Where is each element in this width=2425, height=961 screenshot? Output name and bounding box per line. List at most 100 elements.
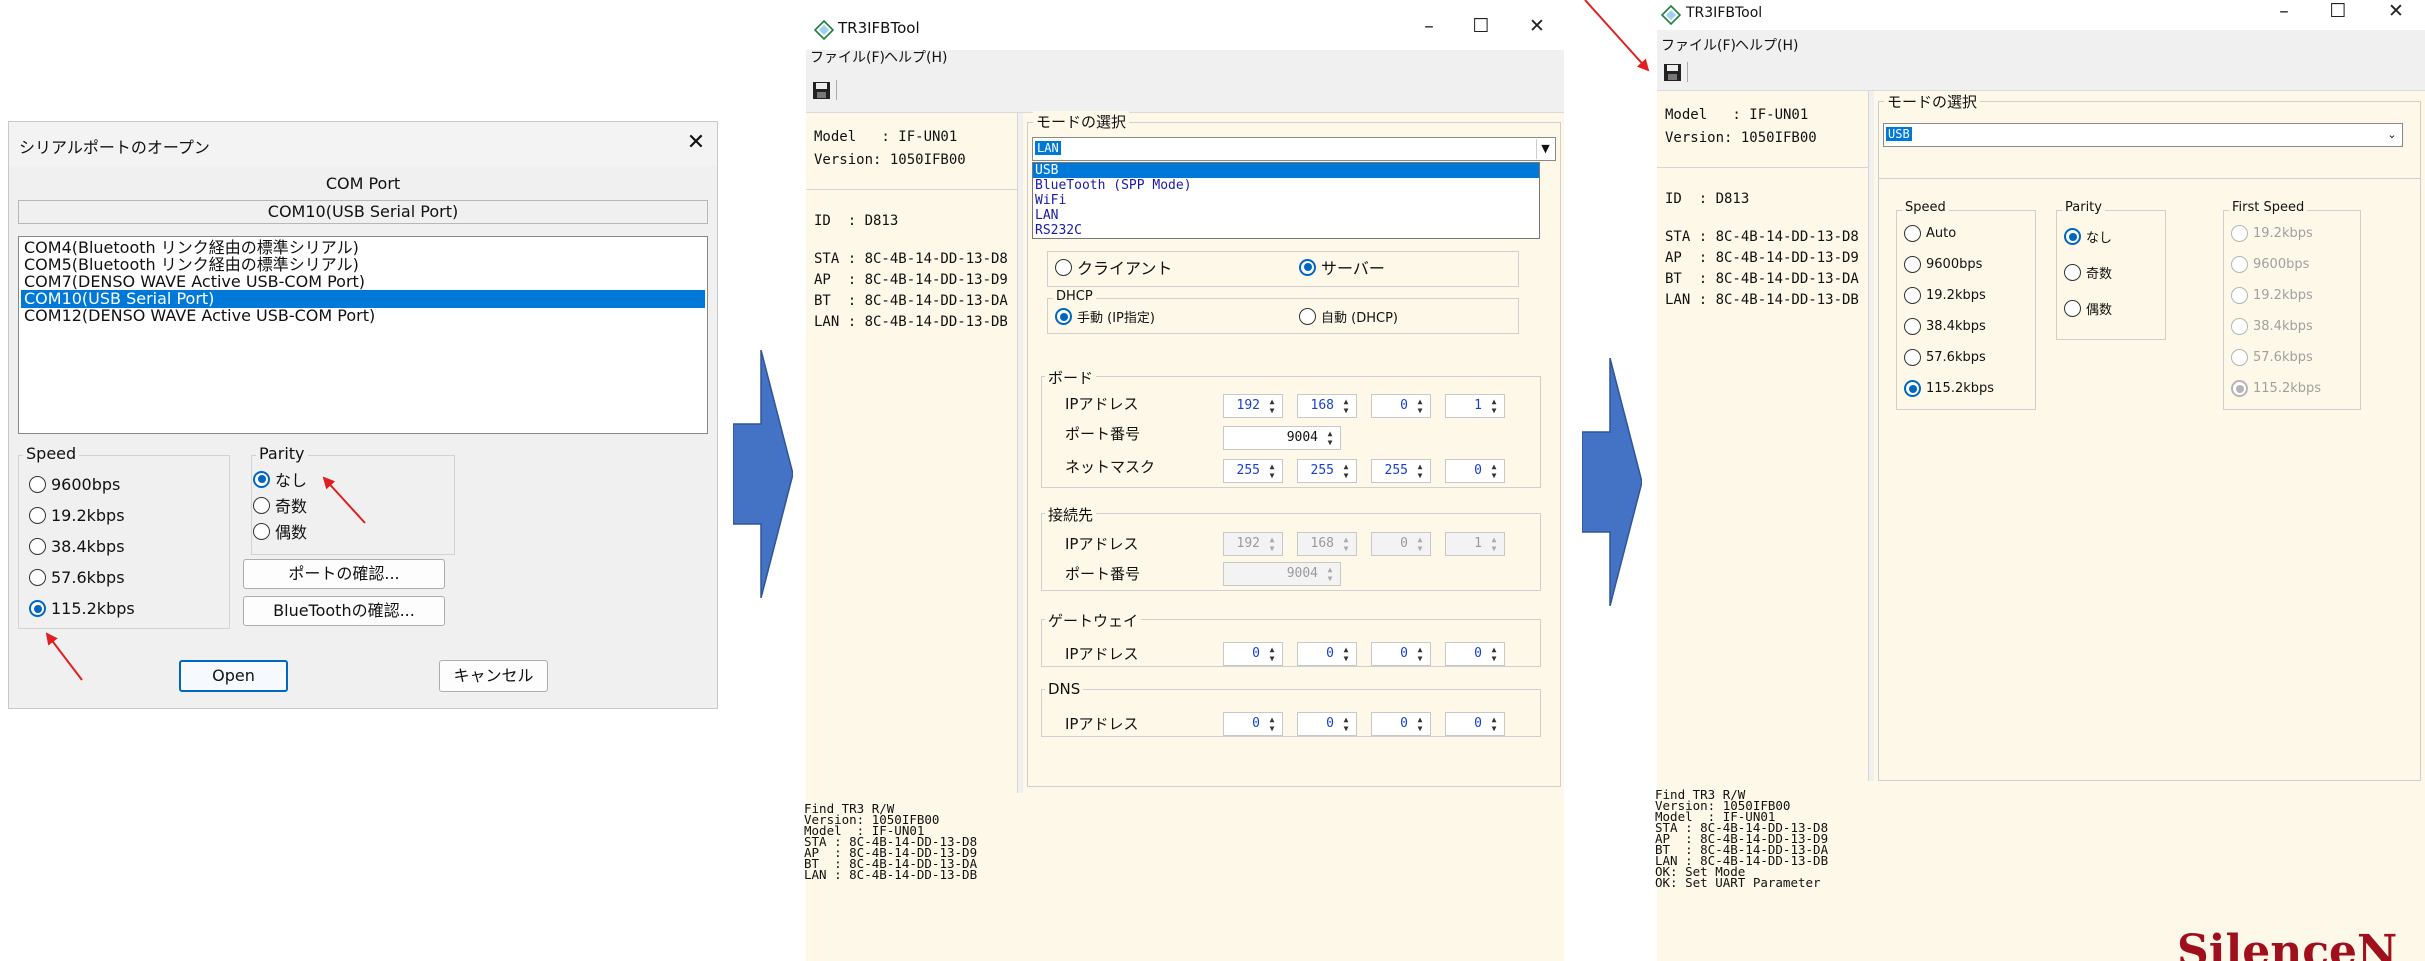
spin-arrows-icon[interactable]: ▲ ▼ <box>1486 462 1502 480</box>
auto-option[interactable]: 自動 (DHCP) <box>1299 307 1398 326</box>
spin-arrows-icon[interactable]: ▲ ▼ <box>1412 462 1428 480</box>
spin-arrows-icon[interactable]: ▲ ▼ <box>1338 645 1354 663</box>
speed-option[interactable]: 19.2kbps <box>29 506 125 525</box>
speed-option[interactable]: 57.6kbps <box>29 568 125 587</box>
gateway-ip-octet[interactable]: 0 ▲ ▼ <box>1445 642 1505 666</box>
mode-option[interactable]: WiFi <box>1033 193 1539 208</box>
netmask-octet[interactable]: 255 ▲ ▼ <box>1297 459 1357 483</box>
speed-option[interactable]: 9600bps <box>29 475 120 494</box>
mode-dropdown-list[interactable]: USB BlueTooth (SPP Mode) WiFi LAN RS232C <box>1032 162 1540 239</box>
gateway-ip-octet[interactable]: 0 ▲ ▼ <box>1223 642 1283 666</box>
maximize-icon[interactable]: ☐ <box>1466 15 1496 37</box>
mode-option[interactable]: BlueTooth (SPP Mode) <box>1033 178 1539 193</box>
bluetooth-check-button[interactable]: BlueToothの確認... <box>243 596 445 626</box>
dest-ip-octet[interactable]: 192 ▲ ▼ <box>1223 532 1283 556</box>
dns-ip-octet[interactable]: 0 ▲ ▼ <box>1445 712 1505 736</box>
menu-file[interactable]: ファイル(F) <box>810 47 885 67</box>
parity-option-selected[interactable]: なし <box>253 467 307 491</box>
board-port-input[interactable]: 9004 ▲ ▼ <box>1223 426 1341 450</box>
spin-arrows-icon[interactable]: ▲ ▼ <box>1338 535 1354 553</box>
parity-option-selected[interactable]: なし <box>2064 227 2112 246</box>
minimize-icon[interactable]: – <box>2269 0 2299 22</box>
spin-arrows-icon[interactable]: ▲ ▼ <box>1264 535 1280 553</box>
speed-option-selected[interactable]: 115.2kbps <box>1904 380 1994 397</box>
mode-option-highlighted[interactable]: USB <box>1033 163 1539 178</box>
spin-arrows-icon[interactable]: ▲ ▼ <box>1486 645 1502 663</box>
speed-option[interactable]: Auto <box>1904 225 1956 242</box>
speed-option[interactable]: 9600bps <box>1904 256 1982 273</box>
board-ip-octet[interactable]: 192 ▲ ▼ <box>1223 394 1283 418</box>
dest-port-input[interactable]: 9004 ▲ ▼ <box>1223 562 1341 586</box>
dest-ip-octet[interactable]: 168 ▲ ▼ <box>1297 532 1357 556</box>
gateway-ip-octet[interactable]: 0 ▲ ▼ <box>1371 642 1431 666</box>
client-option[interactable]: クライアント <box>1055 255 1172 279</box>
parity-option[interactable]: 偶数 <box>2064 299 2112 318</box>
port-list[interactable]: COM4(Bluetooth リンク経由の標準シリアル) COM5(Blueto… <box>18 236 708 434</box>
minimize-icon[interactable]: – <box>1414 15 1444 37</box>
spin-arrows-icon[interactable]: ▲ ▼ <box>1486 397 1502 415</box>
board-ip-octet[interactable]: 0 ▲ ▼ <box>1371 394 1431 418</box>
mode-option[interactable]: RS232C <box>1033 223 1539 238</box>
spin-arrows-icon[interactable]: ▲ ▼ <box>1412 397 1428 415</box>
menu-help[interactable]: ヘルプ(H) <box>884 47 947 67</box>
spin-arrows-icon[interactable]: ▲ ▼ <box>1264 645 1280 663</box>
first-speed-option[interactable]: 19.2kbps <box>2231 225 2313 242</box>
first-speed-option[interactable]: 38.4kbps <box>2231 318 2313 335</box>
dest-ip-octet[interactable]: 0 ▲ ▼ <box>1371 532 1431 556</box>
speed-option[interactable]: 38.4kbps <box>1904 318 1986 335</box>
spin-arrows-icon[interactable]: ▲ ▼ <box>1412 715 1428 733</box>
spin-arrows-icon[interactable]: ▲ ▼ <box>1338 462 1354 480</box>
spin-arrows-icon[interactable]: ▲ ▼ <box>1264 397 1280 415</box>
spin-arrows-icon[interactable]: ▲ ▼ <box>1264 715 1280 733</box>
manual-option-selected[interactable]: 手動 (IP指定) <box>1055 307 1155 326</box>
chevron-down-icon[interactable]: ▼ <box>1536 139 1554 159</box>
open-button[interactable]: Open <box>179 660 288 692</box>
close-icon[interactable]: ✕ <box>2381 0 2411 22</box>
close-icon[interactable]: ✕ <box>681 130 711 155</box>
first-speed-option[interactable]: 19.2kbps <box>2231 287 2313 304</box>
speed-option[interactable]: 38.4kbps <box>29 537 125 556</box>
netmask-octet[interactable]: 255 ▲ ▼ <box>1223 459 1283 483</box>
parity-option[interactable]: 奇数 <box>2064 263 2112 282</box>
cancel-button[interactable]: キャンセル <box>439 660 548 692</box>
dest-ip-octet[interactable]: 1 ▲ ▼ <box>1445 532 1505 556</box>
save-icon[interactable] <box>1664 64 1681 81</box>
dns-ip-octet[interactable]: 0 ▲ ▼ <box>1297 712 1357 736</box>
speed-option-selected[interactable]: 115.2kbps <box>29 599 135 618</box>
spin-arrows-icon[interactable]: ▲ ▼ <box>1412 645 1428 663</box>
spin-arrows-icon[interactable]: ▲ ▼ <box>1338 715 1354 733</box>
parity-option[interactable]: 偶数 <box>253 519 307 543</box>
gateway-ip-octet[interactable]: 0 ▲ ▼ <box>1297 642 1357 666</box>
menu-help[interactable]: ヘルプ(H) <box>1735 35 1798 55</box>
spin-arrows-icon[interactable]: ▲ ▼ <box>1486 715 1502 733</box>
board-ip-octet[interactable]: 1 ▲ ▼ <box>1445 394 1505 418</box>
spin-arrows-icon[interactable]: ▲ ▼ <box>1486 535 1502 553</box>
port-check-button[interactable]: ポートの確認... <box>243 559 445 589</box>
spin-arrows-icon[interactable]: ▲ ▼ <box>1322 565 1338 583</box>
chevron-down-icon[interactable]: ⌄ <box>2383 125 2401 145</box>
spin-arrows-icon[interactable]: ▲ ▼ <box>1412 535 1428 553</box>
server-option-selected[interactable]: サーバー <box>1299 255 1385 279</box>
mode-option[interactable]: LAN <box>1033 208 1539 223</box>
board-ip-octet[interactable]: 168 ▲ ▼ <box>1297 394 1357 418</box>
spin-arrows-icon[interactable]: ▲ ▼ <box>1322 429 1338 447</box>
menu-file[interactable]: ファイル(F) <box>1661 35 1736 55</box>
mode-select[interactable]: LAN ▼ <box>1032 137 1556 161</box>
spin-arrows-icon[interactable]: ▲ ▼ <box>1264 462 1280 480</box>
parity-option[interactable]: 奇数 <box>253 493 307 517</box>
speed-option[interactable]: 19.2kbps <box>1904 287 1986 304</box>
netmask-octet[interactable]: 255 ▲ ▼ <box>1371 459 1431 483</box>
netmask-octet[interactable]: 0 ▲ ▼ <box>1445 459 1505 483</box>
port-item[interactable]: COM12(DENSO WAVE Active USB-COM Port) <box>21 307 705 325</box>
dns-ip-octet[interactable]: 0 ▲ ▼ <box>1371 712 1431 736</box>
close-icon[interactable]: ✕ <box>1522 15 1552 37</box>
mode-select[interactable]: USB ⌄ <box>1883 123 2403 147</box>
save-icon[interactable] <box>813 82 830 99</box>
spin-arrows-icon[interactable]: ▲ ▼ <box>1338 397 1354 415</box>
first-speed-option[interactable]: 57.6kbps <box>2231 349 2313 366</box>
dns-ip-octet[interactable]: 0 ▲ ▼ <box>1223 712 1283 736</box>
maximize-icon[interactable]: ☐ <box>2323 0 2353 22</box>
speed-option[interactable]: 57.6kbps <box>1904 349 1986 366</box>
first-speed-option[interactable]: 9600bps <box>2231 256 2309 273</box>
first-speed-option-selected[interactable]: 115.2kbps <box>2231 380 2321 397</box>
